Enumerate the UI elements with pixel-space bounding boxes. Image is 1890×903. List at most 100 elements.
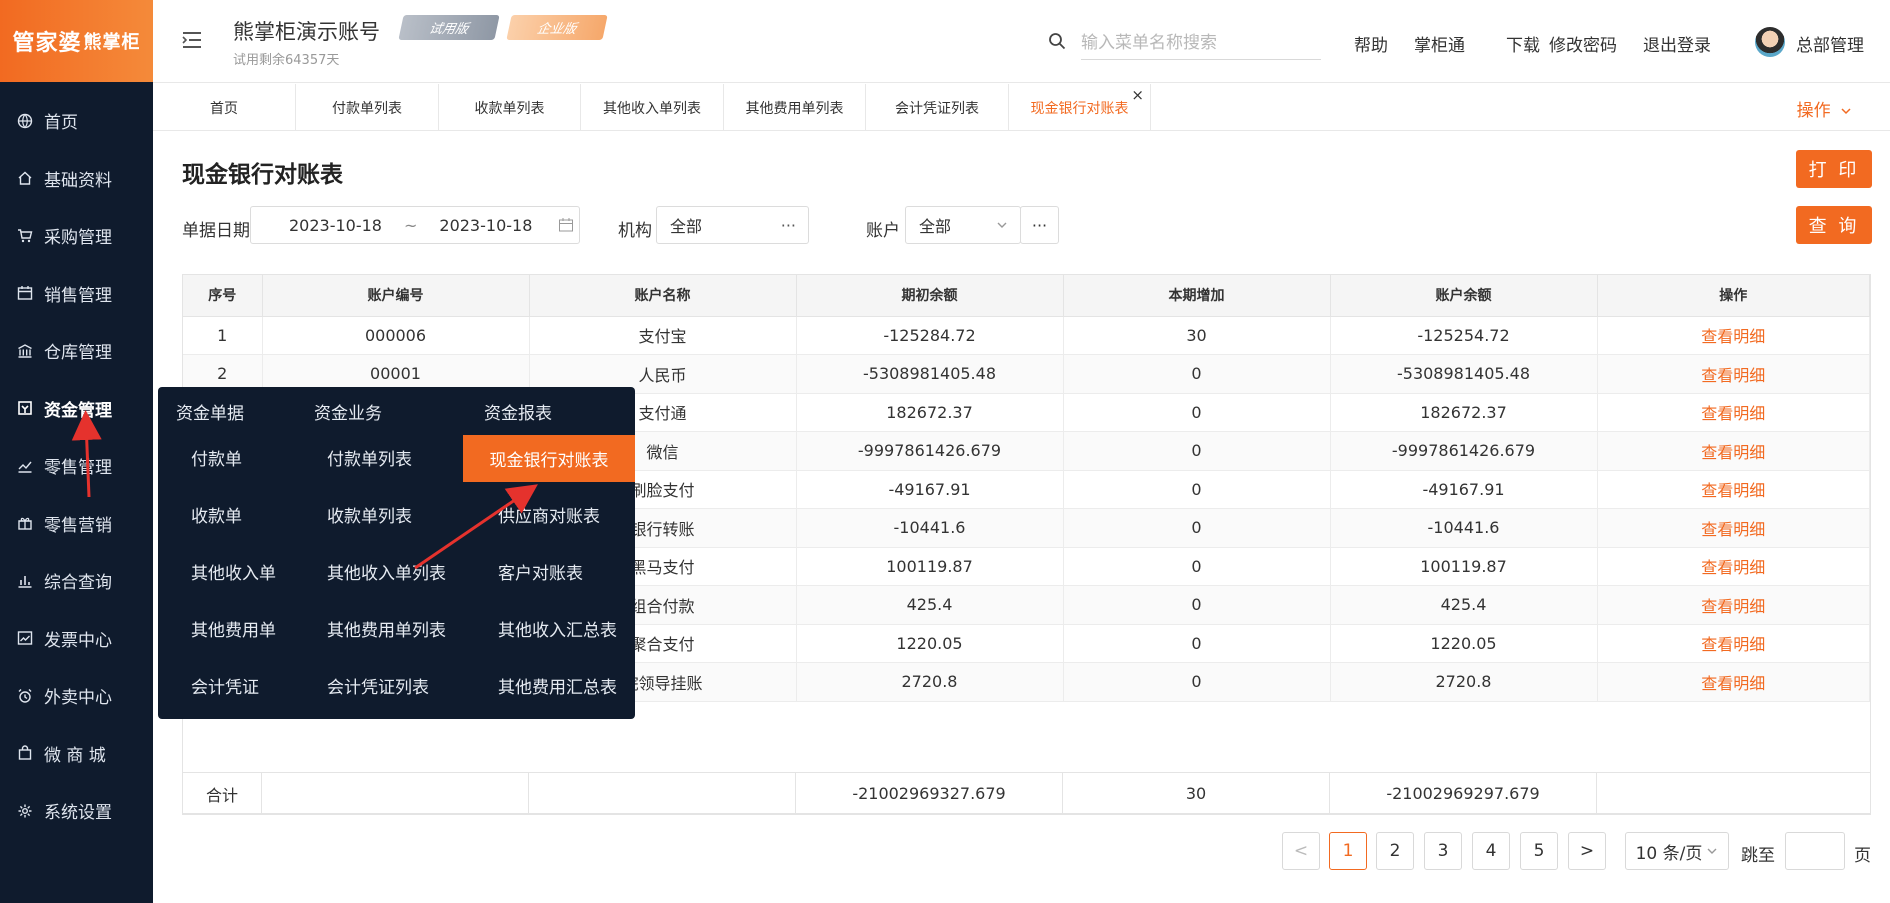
submenu-item[interactable]: 收款单列表 [327,502,412,527]
total-opening: -21002969327.679 [796,773,1063,814]
account-more-button[interactable]: ··· [1020,206,1059,244]
submenu-item[interactable]: 供应商对账表 [498,502,600,527]
account-select[interactable]: 全部 [905,206,1021,244]
date-to[interactable]: 2023-10-18 [439,216,532,235]
sidebar-item-12[interactable]: 系统设置 [0,782,153,840]
tab-home[interactable]: 首页 [153,84,296,131]
total-empty-cell [1597,773,1870,814]
tab-voucher-list[interactable]: 会计凭证列表 [866,84,1009,131]
column-header[interactable]: 期初余额 [796,275,1064,317]
submenu-item[interactable]: 其他费用单 [191,616,276,641]
logout-link[interactable]: 退出登录 [1643,31,1711,56]
change-password-link[interactable]: 修改密码 [1549,31,1617,56]
submenu-item[interactable]: 付款单列表 [327,445,412,470]
view-detail-link[interactable]: 查看明细 [1597,431,1870,471]
view-detail-link[interactable]: 查看明细 [1597,662,1870,702]
zhangguitong-link[interactable]: 掌柜通 [1414,31,1465,56]
view-detail-link[interactable]: 查看明细 [1597,624,1870,663]
download-link[interactable]: 下载 [1506,31,1540,56]
tab-payment-list[interactable]: 付款单列表 [296,84,439,131]
view-detail-link[interactable]: 查看明细 [1597,470,1870,509]
tab-label: 首页 [210,100,238,117]
submenu-item[interactable]: 其他收入单 [191,559,276,584]
page-size-value: 10 条/页 [1635,843,1703,864]
submenu-item[interactable]: 现金银行对账表 [463,435,635,482]
tab-other-expense-list[interactable]: 其他费用单列表 [724,84,866,131]
table-header-row: 序号 账户编号 账户名称 期初余额 本期增加 账户余额 操作 [183,275,1870,317]
org-select[interactable]: 全部 ··· [656,206,809,244]
next-page-button[interactable]: > [1568,832,1606,870]
submenu-item[interactable]: 会计凭证列表 [327,673,429,698]
date-from[interactable]: 2023-10-18 [289,216,382,235]
column-header[interactable]: 账户余额 [1330,275,1598,317]
submenu-item[interactable]: 收款单 [191,502,242,527]
query-button[interactable]: 查 询 [1796,206,1872,244]
column-header[interactable]: 账户编号 [262,275,530,317]
column-header[interactable]: 本期增加 [1063,275,1331,317]
page-5-button[interactable]: 5 [1520,832,1558,870]
submenu-item[interactable]: 其他收入单列表 [327,559,446,584]
table-cell: -125284.72 [796,316,1064,355]
total-row: 合计 -21002969327.679 30 -21002969297.679 [182,772,1871,815]
menu-search-input[interactable] [1081,26,1321,60]
sidebar-item-7[interactable]: 零售营销 [0,495,153,553]
sidebar-item-9[interactable]: 发票中心 [0,610,153,668]
sidebar-item-11[interactable]: 微 商 城 [0,725,153,783]
column-header[interactable]: 序号 [183,275,263,317]
help-link[interactable]: 帮助 [1354,31,1388,56]
sidebar-item-3[interactable]: 销售管理 [0,265,153,323]
view-detail-link[interactable]: 查看明细 [1597,547,1870,586]
view-detail-link[interactable]: 查看明细 [1597,585,1870,625]
column-header[interactable]: 操作 [1597,275,1870,317]
view-detail-link[interactable]: 查看明细 [1597,508,1870,548]
sidebar-item-0[interactable]: 首页 [0,92,153,150]
sidebar-item-6[interactable]: 零售管理 [0,437,153,495]
menu-toggle-icon[interactable] [181,30,203,50]
user-name[interactable]: 总部管理 [1796,31,1864,56]
trial-badge: 试用版 [398,15,500,40]
table-cell: 425.4 [1330,585,1598,625]
tab-other-income-list[interactable]: 其他收入单列表 [581,84,724,131]
chart-icon [16,457,34,475]
sidebar-item-1[interactable]: 基础资料 [0,150,153,208]
jump-page-input[interactable] [1785,832,1845,870]
avatar[interactable] [1755,27,1785,57]
submenu-item[interactable]: 其他费用汇总表 [498,673,617,698]
sidebar-item-10[interactable]: 外卖中心 [0,667,153,725]
brand-logo[interactable]: 管家婆 熊掌柜 [0,0,153,82]
operations-menu[interactable]: 操作 [1797,96,1852,121]
view-detail-link[interactable]: 查看明细 [1597,316,1870,355]
sidebar-item-5[interactable]: 资金管理 [0,380,153,438]
page-size-select[interactable]: 10 条/页 [1625,832,1729,870]
tab-receipt-list[interactable]: 收款单列表 [439,84,581,131]
view-detail-link[interactable]: 查看明细 [1597,393,1870,432]
column-header[interactable]: 账户名称 [529,275,797,317]
sidebar-item-2[interactable]: 采购管理 [0,207,153,265]
funds-icon [16,399,34,417]
prev-page-button[interactable]: < [1282,832,1320,870]
org-more-button[interactable]: ··· [781,216,796,235]
submenu-item[interactable]: 付款单 [191,445,242,470]
submenu-item[interactable]: 其他费用单列表 [327,616,446,641]
sidebar-item-label: 零售营销 [44,515,112,536]
total-balance: -21002969297.679 [1330,773,1597,814]
close-icon[interactable]: × [1131,86,1144,104]
page-1-button[interactable]: 1 [1329,832,1367,870]
search-icon[interactable] [1048,32,1066,50]
sidebar-item-4[interactable]: 仓库管理 [0,322,153,380]
submenu-item[interactable]: 其他收入汇总表 [498,616,617,641]
sidebar-item-label: 发票中心 [44,630,112,651]
tab-cash-bank-reconciliation[interactable]: 现金银行对账表 × [1009,84,1151,131]
page-3-button[interactable]: 3 [1424,832,1462,870]
page-4-button[interactable]: 4 [1472,832,1510,870]
sidebar-item-label: 采购管理 [44,228,112,249]
submenu-item[interactable]: 会计凭证 [191,673,259,698]
page-2-button[interactable]: 2 [1376,832,1414,870]
table-cell: -10441.6 [796,508,1064,548]
table-cell: 0 [1063,624,1331,663]
submenu-item[interactable]: 客户对账表 [498,559,583,584]
view-detail-link[interactable]: 查看明细 [1597,354,1870,394]
print-button[interactable]: 打 印 [1796,150,1872,188]
sidebar-item-8[interactable]: 综合查询 [0,552,153,610]
date-range-picker[interactable]: 2023-10-18 ~ 2023-10-18 [250,206,580,244]
